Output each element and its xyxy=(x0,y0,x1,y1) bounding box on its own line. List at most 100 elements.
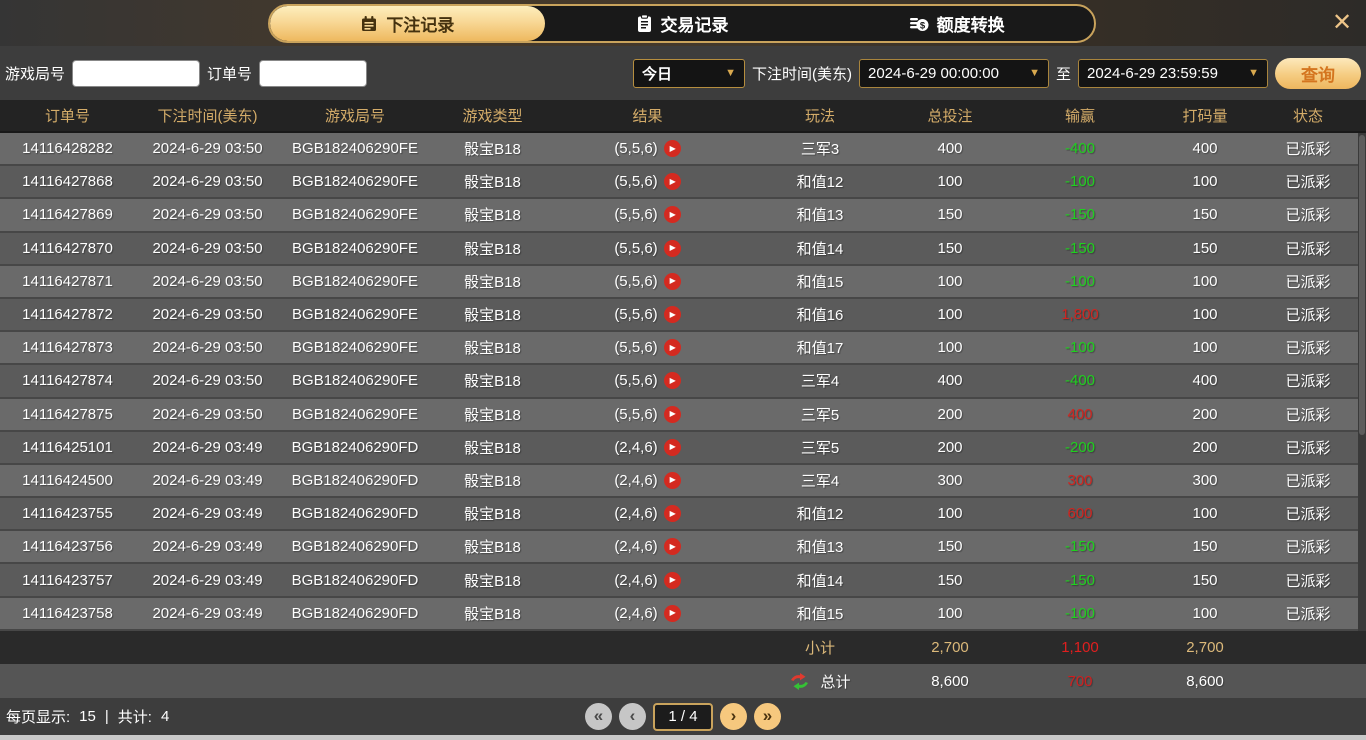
cell-game: 骰宝B18 xyxy=(430,238,555,259)
play-icon[interactable]: ▶ xyxy=(664,572,681,589)
play-icon[interactable]: ▶ xyxy=(664,273,681,290)
table-row: 141164245002024-6-29 03:49BGB182406290FD… xyxy=(0,465,1366,498)
play-icon[interactable]: ▶ xyxy=(664,505,681,522)
tab-label: 交易记录 xyxy=(661,11,729,36)
total-bet: 8,600 xyxy=(900,673,1000,690)
play-icon[interactable]: ▶ xyxy=(664,206,681,223)
pager: « ‹ 1 / 4 › » xyxy=(585,703,781,731)
table-body: 141164282822024-6-29 03:50BGB182406290FE… xyxy=(0,133,1366,631)
cell-play: 和值13 xyxy=(740,204,900,225)
per-page-value: 15 xyxy=(79,708,96,725)
cell-volume: 100 xyxy=(1160,173,1250,190)
col-result: 结果 xyxy=(555,105,740,126)
cell-time: 2024-6-29 03:50 xyxy=(135,173,280,190)
play-icon[interactable]: ▶ xyxy=(664,240,681,257)
play-icon[interactable]: ▶ xyxy=(664,605,681,622)
first-page-icon[interactable]: « xyxy=(585,703,612,730)
cell-result: (2,4,6)▶ xyxy=(555,538,740,555)
horizontal-scrollbar[interactable] xyxy=(0,735,1366,740)
start-time-value: 2024-6-29 00:00:00 xyxy=(868,65,999,82)
total-count-label: 共计: xyxy=(118,706,152,727)
tab-bet-records[interactable]: 下注记录 xyxy=(270,6,545,41)
cell-play: 和值17 xyxy=(740,337,900,358)
play-icon[interactable]: ▶ xyxy=(664,140,681,157)
cell-play: 三军5 xyxy=(740,437,900,458)
per-page-info: 每页显示: 15 | 共计: 4 xyxy=(6,706,169,727)
svg-text:$: $ xyxy=(920,20,926,31)
cell-status: 已派彩 xyxy=(1250,204,1366,225)
result-value: (5,5,6) xyxy=(614,140,657,157)
prev-page-icon[interactable]: ‹ xyxy=(619,703,646,730)
play-icon[interactable]: ▶ xyxy=(664,406,681,423)
cell-order: 14116427873 xyxy=(0,339,135,356)
cell-status: 已派彩 xyxy=(1250,404,1366,425)
cell-game: 骰宝B18 xyxy=(430,503,555,524)
result-value: (5,5,6) xyxy=(614,273,657,290)
col-round: 游戏局号 xyxy=(280,105,430,126)
cell-game: 骰宝B18 xyxy=(430,603,555,624)
col-volume: 打码量 xyxy=(1160,105,1250,126)
start-time-select[interactable]: 2024-6-29 00:00:00 ▼ xyxy=(859,59,1049,88)
last-page-icon[interactable]: » xyxy=(754,703,781,730)
cell-round: BGB182406290FD xyxy=(280,538,430,555)
cell-status: 已派彩 xyxy=(1250,171,1366,192)
quick-range-value: 今日 xyxy=(642,63,672,84)
cell-result: (2,4,6)▶ xyxy=(555,439,740,456)
cell-volume: 100 xyxy=(1160,306,1250,323)
table-row: 141164278732024-6-29 03:50BGB182406290FE… xyxy=(0,332,1366,365)
cell-winloss: 1,800 xyxy=(1000,306,1160,323)
play-icon[interactable]: ▶ xyxy=(664,339,681,356)
col-game: 游戏类型 xyxy=(430,105,555,126)
play-icon[interactable]: ▶ xyxy=(664,372,681,389)
cell-game: 骰宝B18 xyxy=(430,171,555,192)
scrollbar-thumb[interactable] xyxy=(1359,135,1365,435)
cell-volume: 400 xyxy=(1160,372,1250,389)
total-count-value: 4 xyxy=(161,708,169,725)
quick-range-select[interactable]: 今日 ▼ xyxy=(633,59,745,88)
cell-round: BGB182406290FE xyxy=(280,306,430,323)
result-value: (5,5,6) xyxy=(614,372,657,389)
cell-time: 2024-6-29 03:49 xyxy=(135,472,280,489)
play-icon[interactable]: ▶ xyxy=(664,439,681,456)
cell-bet: 100 xyxy=(900,505,1000,522)
cell-order: 14116425101 xyxy=(0,439,135,456)
query-button[interactable]: 查询 xyxy=(1275,58,1361,89)
cell-status: 已派彩 xyxy=(1250,536,1366,557)
cell-winloss: -150 xyxy=(1000,240,1160,257)
table-header: 订单号 下注时间(美东) 游戏局号 游戏类型 结果 玩法 总投注 输赢 打码量 … xyxy=(0,100,1366,133)
cell-bet: 400 xyxy=(900,372,1000,389)
end-time-select[interactable]: 2024-6-29 23:59:59 ▼ xyxy=(1078,59,1268,88)
tab-transaction-records[interactable]: 交易记录 xyxy=(545,6,820,41)
next-page-icon[interactable]: › xyxy=(720,703,747,730)
top-band: 下注记录 交易记录 $ xyxy=(0,0,1366,46)
play-icon[interactable]: ▶ xyxy=(664,472,681,489)
play-icon[interactable]: ▶ xyxy=(664,306,681,323)
table-row: 141164237582024-6-29 03:49BGB182406290FD… xyxy=(0,598,1366,631)
cell-round: BGB182406290FD xyxy=(280,605,430,622)
cell-game: 骰宝B18 xyxy=(430,437,555,458)
cell-round: BGB182406290FE xyxy=(280,206,430,223)
bottom-bar: 每页显示: 15 | 共计: 4 « ‹ 1 / 4 › » xyxy=(0,698,1366,735)
close-icon[interactable]: ✕ xyxy=(1328,12,1356,36)
cell-order: 14116427874 xyxy=(0,372,135,389)
play-icon[interactable]: ▶ xyxy=(664,173,681,190)
transfer-icon[interactable] xyxy=(789,673,810,690)
tab-quota-conversion[interactable]: $ 额度转换 xyxy=(819,6,1094,41)
game-round-input[interactable] xyxy=(72,60,200,87)
bet-time-label: 下注时间(美东) xyxy=(752,63,852,84)
cell-time: 2024-6-29 03:50 xyxy=(135,306,280,323)
cell-game: 骰宝B18 xyxy=(430,404,555,425)
cell-order: 14116428282 xyxy=(0,140,135,157)
cell-game: 骰宝B18 xyxy=(430,304,555,325)
cell-round: BGB182406290FD xyxy=(280,439,430,456)
play-icon[interactable]: ▶ xyxy=(664,538,681,555)
total-winloss: 700 xyxy=(1000,673,1160,690)
vertical-scrollbar[interactable] xyxy=(1358,133,1366,631)
table-row: 141164278752024-6-29 03:50BGB182406290FE… xyxy=(0,399,1366,432)
order-no-input[interactable] xyxy=(259,60,367,87)
cell-play: 和值16 xyxy=(740,304,900,325)
cell-result: (5,5,6)▶ xyxy=(555,173,740,190)
cell-round: BGB182406290FE xyxy=(280,339,430,356)
cell-round: BGB182406290FE xyxy=(280,372,430,389)
cell-volume: 150 xyxy=(1160,538,1250,555)
